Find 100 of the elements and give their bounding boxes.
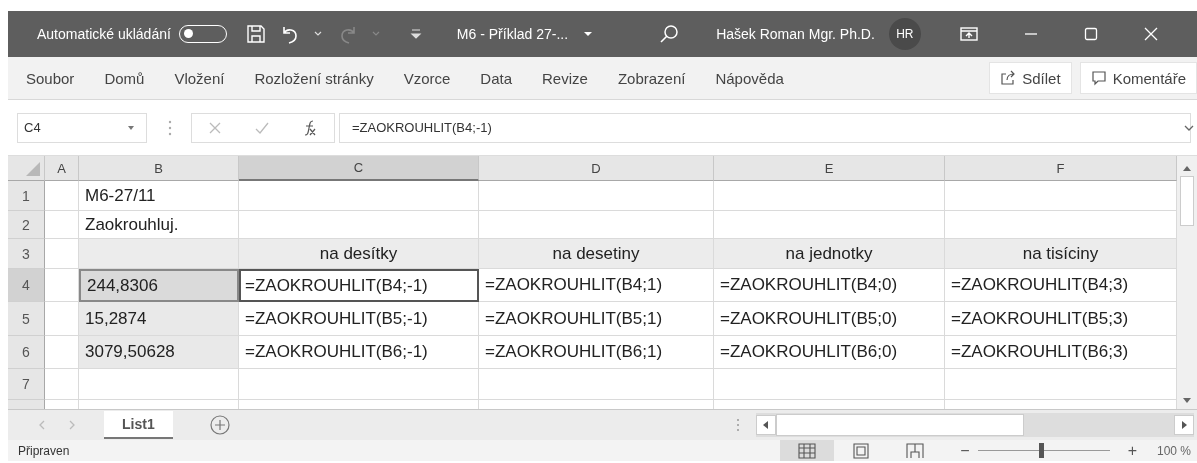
row-header[interactable]: 1 — [8, 181, 45, 211]
status-text: Připraven — [18, 443, 70, 458]
column-header[interactable]: A — [45, 156, 79, 181]
ribbon-tab[interactable]: Domů — [103, 65, 146, 91]
scroll-up-icon[interactable] — [1182, 164, 1192, 172]
autosave-label: Automatické ukládání — [37, 26, 171, 42]
table-cell[interactable] — [79, 239, 239, 269]
ribbon-display-icon[interactable] — [958, 26, 979, 42]
row-header[interactable]: 3 — [8, 239, 45, 269]
ribbon-tab[interactable]: Revize — [541, 65, 589, 91]
dropdown-icon[interactable] — [582, 30, 595, 38]
scroll-right-icon[interactable] — [1174, 415, 1194, 435]
table-cell[interactable]: =ZAOKROUHLIT(B4;3) — [945, 269, 1177, 302]
ribbon-tab[interactable]: Rozložení stránky — [253, 65, 375, 91]
ribbon-tab[interactable]: Soubor — [25, 65, 76, 91]
table-cell[interactable] — [45, 369, 79, 400]
row-header[interactable] — [8, 400, 45, 409]
comment-icon — [1090, 70, 1107, 86]
slider-thumb[interactable] — [1039, 443, 1044, 458]
ribbon-tab[interactable]: Nápověda — [714, 65, 785, 91]
ribbon-tab[interactable]: Vložení — [173, 65, 226, 91]
normal-view-button[interactable] — [780, 440, 835, 461]
save-icon[interactable] — [244, 23, 267, 45]
ribbon-tab[interactable]: Vzorce — [402, 65, 452, 91]
horizontal-scrollbar[interactable] — [756, 413, 1194, 437]
row-header[interactable]: 6 — [8, 336, 45, 369]
zoom-out-button[interactable]: − — [960, 441, 970, 460]
table-cell[interactable]: =ZAOKROUHLIT(B6;1) — [479, 336, 714, 369]
zoom-level[interactable]: 100 % — [1156, 443, 1191, 458]
customize-icon[interactable] — [408, 27, 423, 41]
sheet-tab[interactable]: List1 — [104, 411, 173, 439]
document-title[interactable]: M6 - Příklad 27-... — [456, 26, 569, 42]
close-icon[interactable] — [1142, 26, 1159, 42]
table-cell[interactable]: M6-27/11 — [79, 181, 239, 211]
expand-icon[interactable] — [1183, 123, 1195, 132]
search-icon[interactable] — [658, 23, 681, 45]
select-all-icon[interactable] — [25, 161, 41, 177]
row-header[interactable]: 4 — [8, 269, 45, 302]
table-cell[interactable] — [714, 369, 945, 400]
page-break-icon — [906, 442, 925, 459]
table-cell[interactable]: na tisíciny — [945, 239, 1177, 269]
column-header[interactable]: F — [945, 156, 1177, 181]
next-sheet-icon[interactable] — [68, 419, 76, 431]
table-cell[interactable] — [945, 369, 1177, 400]
table-cell[interactable]: =ZAOKROUHLIT(B4;1) — [479, 269, 714, 302]
ribbon-tab[interactable]: Data — [479, 65, 514, 91]
zoom-in-button[interactable]: + — [1127, 441, 1137, 460]
table-cell[interactable]: =ZAOKROUHLIT(B5;0) — [714, 302, 945, 336]
column-header[interactable]: C — [239, 156, 479, 181]
user-name: Hašek Roman Mgr. Ph.D. — [716, 26, 875, 42]
table-cell[interactable]: =ZAOKROUHLIT(B5;1) — [479, 302, 714, 336]
table-cell[interactable] — [45, 181, 79, 211]
table-cell[interactable] — [239, 369, 479, 400]
row-header[interactable]: 5 — [8, 302, 45, 336]
page-icon — [852, 442, 871, 459]
row-header[interactable]: 2 — [8, 211, 45, 239]
splitter-icon[interactable] — [736, 417, 740, 433]
caret-icon[interactable] — [312, 30, 323, 38]
dropdown-icon[interactable] — [126, 123, 136, 132]
table-cell[interactable] — [45, 211, 79, 239]
ribbon-tab[interactable]: Zobrazení — [616, 65, 687, 91]
column-header[interactable]: B — [79, 156, 239, 181]
table-cell[interactable]: =ZAOKROUHLIT(B4;-1) — [239, 269, 479, 302]
table-cell[interactable] — [714, 181, 945, 211]
table-cell[interactable]: na jednotky — [714, 239, 945, 269]
table-cell[interactable] — [479, 181, 714, 211]
table-cell[interactable]: =ZAOKROUHLIT(B6;0) — [714, 336, 945, 369]
formula-input[interactable]: =ZAOKROUHLIT(B4;-1) — [339, 112, 1191, 143]
table-cell[interactable]: =ZAOKROUHLIT(B5;3) — [945, 302, 1177, 336]
table-cell[interactable] — [945, 181, 1177, 211]
table-cell[interactable] — [239, 181, 479, 211]
maximize-icon[interactable] — [1082, 26, 1099, 42]
table-cell[interactable] — [79, 369, 239, 400]
table-cell[interactable]: na desetiny — [479, 239, 714, 269]
table-cell[interactable]: =ZAOKROUHLIT(B5;-1) — [239, 302, 479, 336]
table-cell[interactable] — [479, 369, 714, 400]
share-icon — [1000, 70, 1017, 86]
table-cell[interactable]: =ZAOKROUHLIT(B4;0) — [714, 269, 945, 302]
scroll-thumb[interactable] — [1180, 176, 1194, 226]
previous-sheet-icon[interactable] — [38, 419, 46, 431]
drag-handle-icon[interactable] — [167, 118, 173, 137]
table-cell[interactable]: 3079,50628 — [79, 336, 239, 369]
table-cell[interactable]: =ZAOKROUHLIT(B6;-1) — [239, 336, 479, 369]
scroll-left-icon[interactable] — [756, 415, 776, 435]
comments-button[interactable]: Komentáře — [1079, 62, 1197, 94]
add-sheet-icon[interactable] — [208, 414, 231, 436]
share-button[interactable]: Sdílet — [989, 62, 1072, 94]
user-avatar[interactable]: HR — [888, 18, 921, 50]
vertical-scrollbar[interactable] — [1177, 156, 1197, 409]
column-header[interactable]: D — [479, 156, 714, 181]
table-cell[interactable]: =ZAOKROUHLIT(B6;3) — [945, 336, 1177, 369]
row-header[interactable]: 7 — [8, 369, 45, 400]
grid-icon — [798, 442, 817, 459]
table-cell[interactable]: 15,2874 — [79, 302, 239, 336]
scroll-down-icon[interactable] — [1182, 397, 1192, 405]
column-header[interactable]: E — [714, 156, 945, 181]
table-cell[interactable]: 244,8306 — [79, 269, 239, 302]
table-cell[interactable]: na desítky — [239, 239, 479, 269]
scroll-thumb[interactable] — [776, 414, 1024, 436]
name-box[interactable]: C4 — [17, 112, 147, 143]
